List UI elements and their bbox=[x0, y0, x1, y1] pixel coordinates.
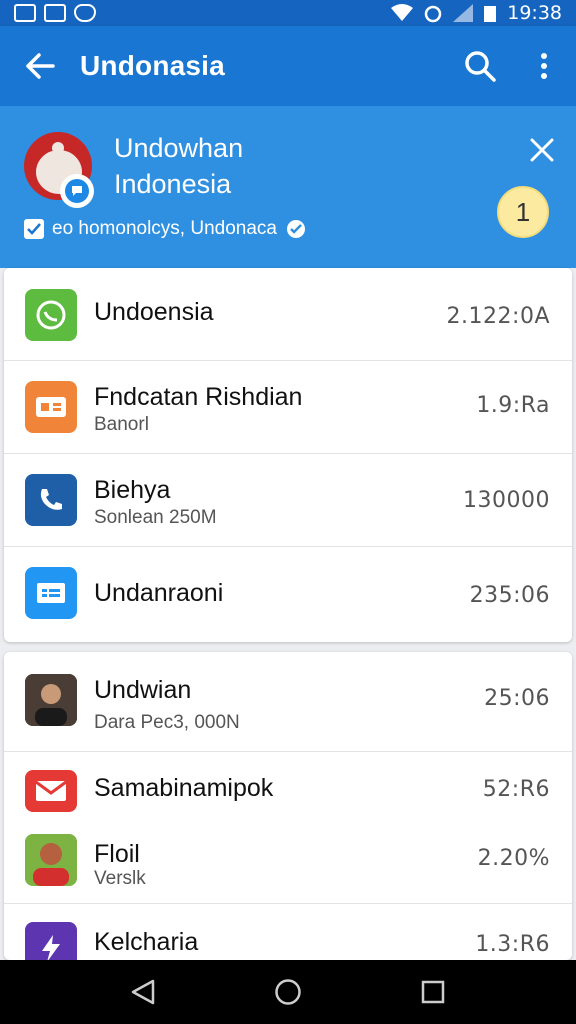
page-title: Undonasia bbox=[80, 50, 225, 81]
list-item[interactable]: Undwian Dara Pec3, 000N 25:06 bbox=[4, 652, 572, 752]
list-item[interactable]: Fndcatan Rishdian Banorl 1.9:Ra bbox=[4, 361, 572, 454]
search-button[interactable] bbox=[448, 26, 512, 106]
notification-icon bbox=[14, 4, 36, 22]
phone-icon bbox=[25, 474, 77, 526]
person-photo-icon bbox=[25, 834, 77, 886]
chat-icon bbox=[72, 186, 82, 196]
item-value: 2.122:0A bbox=[446, 304, 550, 329]
back-button[interactable] bbox=[0, 26, 80, 106]
profile-subtitle: eo homonolcys, Undonaca bbox=[52, 218, 277, 239]
item-title: Biehya bbox=[94, 476, 171, 504]
list-item[interactable]: Undoensia 2.122:0A bbox=[4, 268, 572, 361]
close-button[interactable] bbox=[522, 130, 562, 170]
verified-icon bbox=[286, 220, 305, 238]
image-icon bbox=[44, 4, 66, 22]
triangle-back-icon bbox=[131, 979, 154, 1005]
wifi-icon bbox=[391, 4, 414, 21]
profile-name: Undowhan Indonesia bbox=[114, 130, 243, 202]
bolt-icon bbox=[25, 922, 77, 960]
profile-name-line1: Undowhan bbox=[114, 133, 244, 163]
card-icon bbox=[25, 381, 77, 433]
nav-back-button[interactable] bbox=[113, 962, 173, 1022]
item-value: 25:06 bbox=[484, 686, 550, 711]
item-title: Fndcatan Rishdian bbox=[94, 383, 303, 411]
checkbox-icon[interactable] bbox=[24, 219, 44, 239]
close-icon bbox=[530, 138, 554, 162]
item-title: Floil bbox=[94, 840, 140, 868]
mail-icon bbox=[25, 770, 77, 812]
status-bar: 19:38 bbox=[0, 0, 576, 26]
list-item[interactable]: Kelcharia 1.3:R6 bbox=[4, 904, 572, 960]
item-title: Kelcharia bbox=[94, 928, 199, 956]
item-value: 52:R6 bbox=[482, 777, 550, 802]
profile-banner: Undowhan Indonesia eo homonolcys, Undona… bbox=[0, 106, 576, 268]
alarm-icon bbox=[424, 5, 442, 23]
item-title: Undwian bbox=[94, 676, 192, 704]
item-subtitle: Verslk bbox=[94, 868, 146, 889]
item-subtitle: Sonlean 250M bbox=[94, 507, 217, 528]
item-subtitle: Dara Pec3, 000N bbox=[94, 712, 240, 733]
message-icon bbox=[25, 567, 77, 619]
system-nav-bar bbox=[0, 960, 576, 1024]
item-value: 2.20% bbox=[477, 846, 550, 871]
item-title: Undoensia bbox=[94, 298, 214, 326]
nav-recents-button[interactable] bbox=[403, 962, 463, 1022]
list-card-primary: Undoensia 2.122:0A Fndcatan Rishdian Ban… bbox=[4, 268, 572, 642]
list-item[interactable]: Samabinamipok 52:R6 bbox=[4, 752, 572, 822]
search-icon bbox=[465, 51, 496, 82]
app-bar: Undonasia bbox=[0, 26, 576, 106]
item-value: 235:06 bbox=[469, 583, 550, 608]
person-photo-icon bbox=[25, 674, 77, 726]
item-title: Samabinamipok bbox=[94, 774, 274, 802]
status-time: 19:38 bbox=[507, 2, 562, 24]
battery-icon bbox=[484, 6, 497, 22]
item-value: 1.9:Ra bbox=[476, 393, 550, 418]
shield-icon bbox=[74, 4, 96, 22]
chat-badge bbox=[60, 174, 94, 208]
arrow-left-icon bbox=[26, 53, 55, 79]
item-value: 130000 bbox=[463, 488, 550, 513]
circle-home-icon bbox=[275, 979, 301, 1005]
nav-home-button[interactable] bbox=[258, 962, 318, 1022]
list-card-secondary: Undwian Dara Pec3, 000N 25:06 Samabinami… bbox=[4, 652, 572, 960]
more-vertical-icon bbox=[541, 53, 547, 79]
square-recents-icon bbox=[422, 980, 445, 1004]
whatsapp-icon bbox=[25, 289, 77, 341]
item-subtitle: Banorl bbox=[94, 414, 149, 435]
more-options-button[interactable] bbox=[512, 26, 576, 106]
item-value: 1.3:R6 bbox=[475, 932, 550, 957]
unread-count-badge[interactable]: 1 bbox=[497, 186, 549, 238]
list-item[interactable]: Undanraoni 235:06 bbox=[4, 547, 572, 640]
item-title: Undanraoni bbox=[94, 579, 224, 607]
profile-name-line2: Indonesia bbox=[114, 169, 232, 199]
list-item[interactable]: Biehya Sonlean 250M 130000 bbox=[4, 454, 572, 547]
profile-subtitle-row: eo homonolcys, Undonaca bbox=[24, 218, 305, 240]
signal-icon bbox=[453, 4, 474, 22]
list-item[interactable]: Floil Verslk 2.20% bbox=[4, 822, 572, 904]
